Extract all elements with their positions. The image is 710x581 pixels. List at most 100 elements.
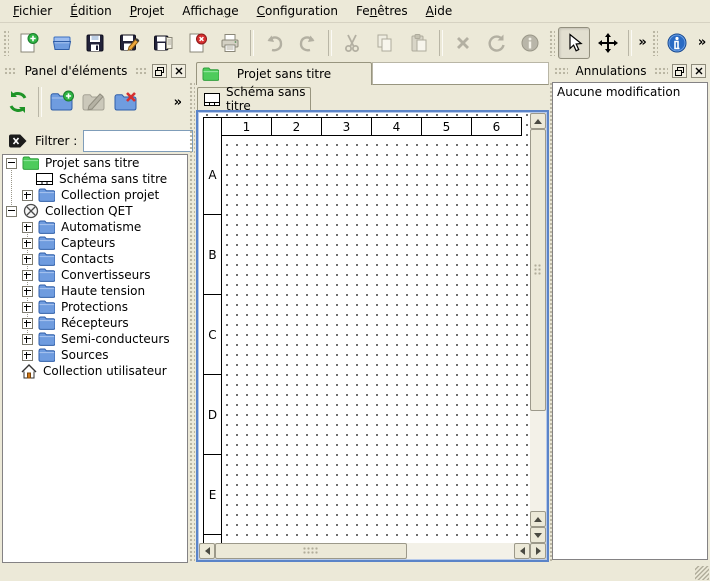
save-as-button[interactable] [113,27,145,59]
tree-item[interactable]: Convertisseurs [3,267,187,283]
float-panel-button[interactable] [152,64,167,78]
toolbar-handle[interactable] [652,30,658,56]
reload-button[interactable] [2,86,34,118]
grid-row-header-partial [203,535,222,543]
schema-grid-area[interactable]: 123456 ABCDE [199,113,530,543]
menu-projet[interactable]: Projet [121,1,173,21]
expand-expander-icon[interactable] [22,190,33,201]
chevron-double-icon: » [698,35,706,50]
redo-button[interactable] [292,27,324,59]
save-all-button[interactable] [147,27,179,59]
new-category-button[interactable] [46,86,78,118]
tree-item[interactable]: Semi-conducteurs [3,331,187,347]
new-document-button[interactable] [12,27,44,59]
dock-grip-texture [654,67,668,76]
scroll-up-button[interactable] [530,113,546,129]
tree-item[interactable]: Protections [3,299,187,315]
left-splitter[interactable] [189,82,195,562]
open-document-button[interactable] [46,27,78,59]
expand-expander-icon[interactable] [22,318,33,329]
folder-icon [38,187,55,203]
delete-category-button[interactable] [110,86,142,118]
float-panel-button[interactable] [672,64,687,78]
move-mode-button[interactable] [592,27,624,59]
tree-item[interactable]: Projet sans titre [3,155,187,171]
close-document-icon [186,32,208,54]
window-resize-grip[interactable] [695,566,709,580]
close-document-button[interactable] [181,27,213,59]
horizontal-scroll-thumb[interactable] [215,543,407,559]
undo-panel-titlebar[interactable]: Annulations [552,62,708,80]
tree-item[interactable]: Sources [3,347,187,363]
undo-history-list[interactable]: Aucune modification [552,82,708,560]
tree-item[interactable]: Collection utilisateur [3,363,187,379]
delete-button[interactable] [447,27,479,59]
scroll-left-button-2[interactable] [514,543,530,559]
collapse-expander-icon[interactable] [6,158,17,169]
expand-expander-icon[interactable] [22,350,33,361]
tree-item[interactable]: Récepteurs [3,315,187,331]
schema-tabbar: Schéma sans titre [196,86,549,110]
toolbar-extension-button[interactable]: » [694,30,710,56]
elements-panel-titlebar[interactable]: Panel d'éléments [2,62,188,80]
menu-configuration[interactable]: Configuration [248,1,347,21]
save-button[interactable] [79,27,111,59]
close-panel-button[interactable] [171,64,186,78]
print-button[interactable] [214,27,246,59]
undo-button[interactable] [258,27,290,59]
toolbar-extension-button[interactable]: » [174,95,182,110]
tree-item[interactable]: Collection QET [3,203,187,219]
scroll-right-button[interactable] [530,543,546,559]
tab-schema[interactable]: Schéma sans titre [197,87,311,110]
expand-expander-icon[interactable] [22,302,33,313]
expand-expander-icon[interactable] [22,254,33,265]
tree-item-label: Capteurs [61,236,115,250]
menu-aide[interactable]: Aide [417,1,462,21]
tree-item[interactable]: Haute tension [3,283,187,299]
about-info-button[interactable] [661,27,693,59]
scroll-up-button-2[interactable] [530,511,546,527]
tree-item-label: Collection utilisateur [43,364,167,378]
paste-button[interactable] [403,27,435,59]
toolbar-separator [328,30,332,56]
toolbar-separator [250,30,254,56]
horizontal-scrollbar[interactable] [199,543,546,559]
tree-item[interactable]: Automatisme [3,219,187,235]
collapse-expander-icon[interactable] [6,206,17,217]
toolbar-extension-button[interactable]: » [635,30,651,56]
elements-panel-toolbar: » [2,82,188,122]
rotate-button[interactable] [481,27,513,59]
menu-label-pre: Fe [356,4,370,18]
scroll-down-button[interactable] [530,527,546,543]
schema-canvas[interactable]: 123456 ABCDE [196,110,549,562]
menu-fenetres[interactable]: Fenêtres [347,1,417,21]
select-mode-button[interactable] [558,27,590,59]
clear-filter-button[interactable] [8,133,29,149]
expand-expander-icon[interactable] [22,286,33,297]
cut-button[interactable] [336,27,368,59]
tab-schema-label: Schéma sans titre [226,85,310,113]
folder-icon [38,299,55,315]
menu-affichage[interactable]: Affichage [173,1,247,21]
expand-expander-icon[interactable] [22,238,33,249]
element-info-button[interactable] [514,27,546,59]
expand-expander-icon[interactable] [22,270,33,281]
toolbar-handle[interactable] [3,30,9,56]
vertical-scroll-thumb[interactable] [530,129,546,411]
edit-category-button[interactable] [78,86,110,118]
tree-item[interactable]: Collection projet [3,187,187,203]
expand-expander-icon[interactable] [22,334,33,345]
vertical-scrollbar[interactable] [530,113,546,543]
copy-button[interactable] [369,27,401,59]
toolbar-handle[interactable] [549,30,555,56]
filter-input[interactable] [83,130,193,152]
tree-item[interactable]: Schéma sans titre [3,171,187,187]
tree-item[interactable]: Contacts [3,251,187,267]
scroll-left-button[interactable] [199,543,215,559]
menu-edition[interactable]: Édition [61,1,121,21]
tab-project[interactable]: Projet sans titre [196,62,372,85]
close-panel-button[interactable] [691,64,706,78]
expand-expander-icon[interactable] [22,222,33,233]
tree-item[interactable]: Capteurs [3,235,187,251]
menu-fichier[interactable]: Fichier [4,1,61,21]
